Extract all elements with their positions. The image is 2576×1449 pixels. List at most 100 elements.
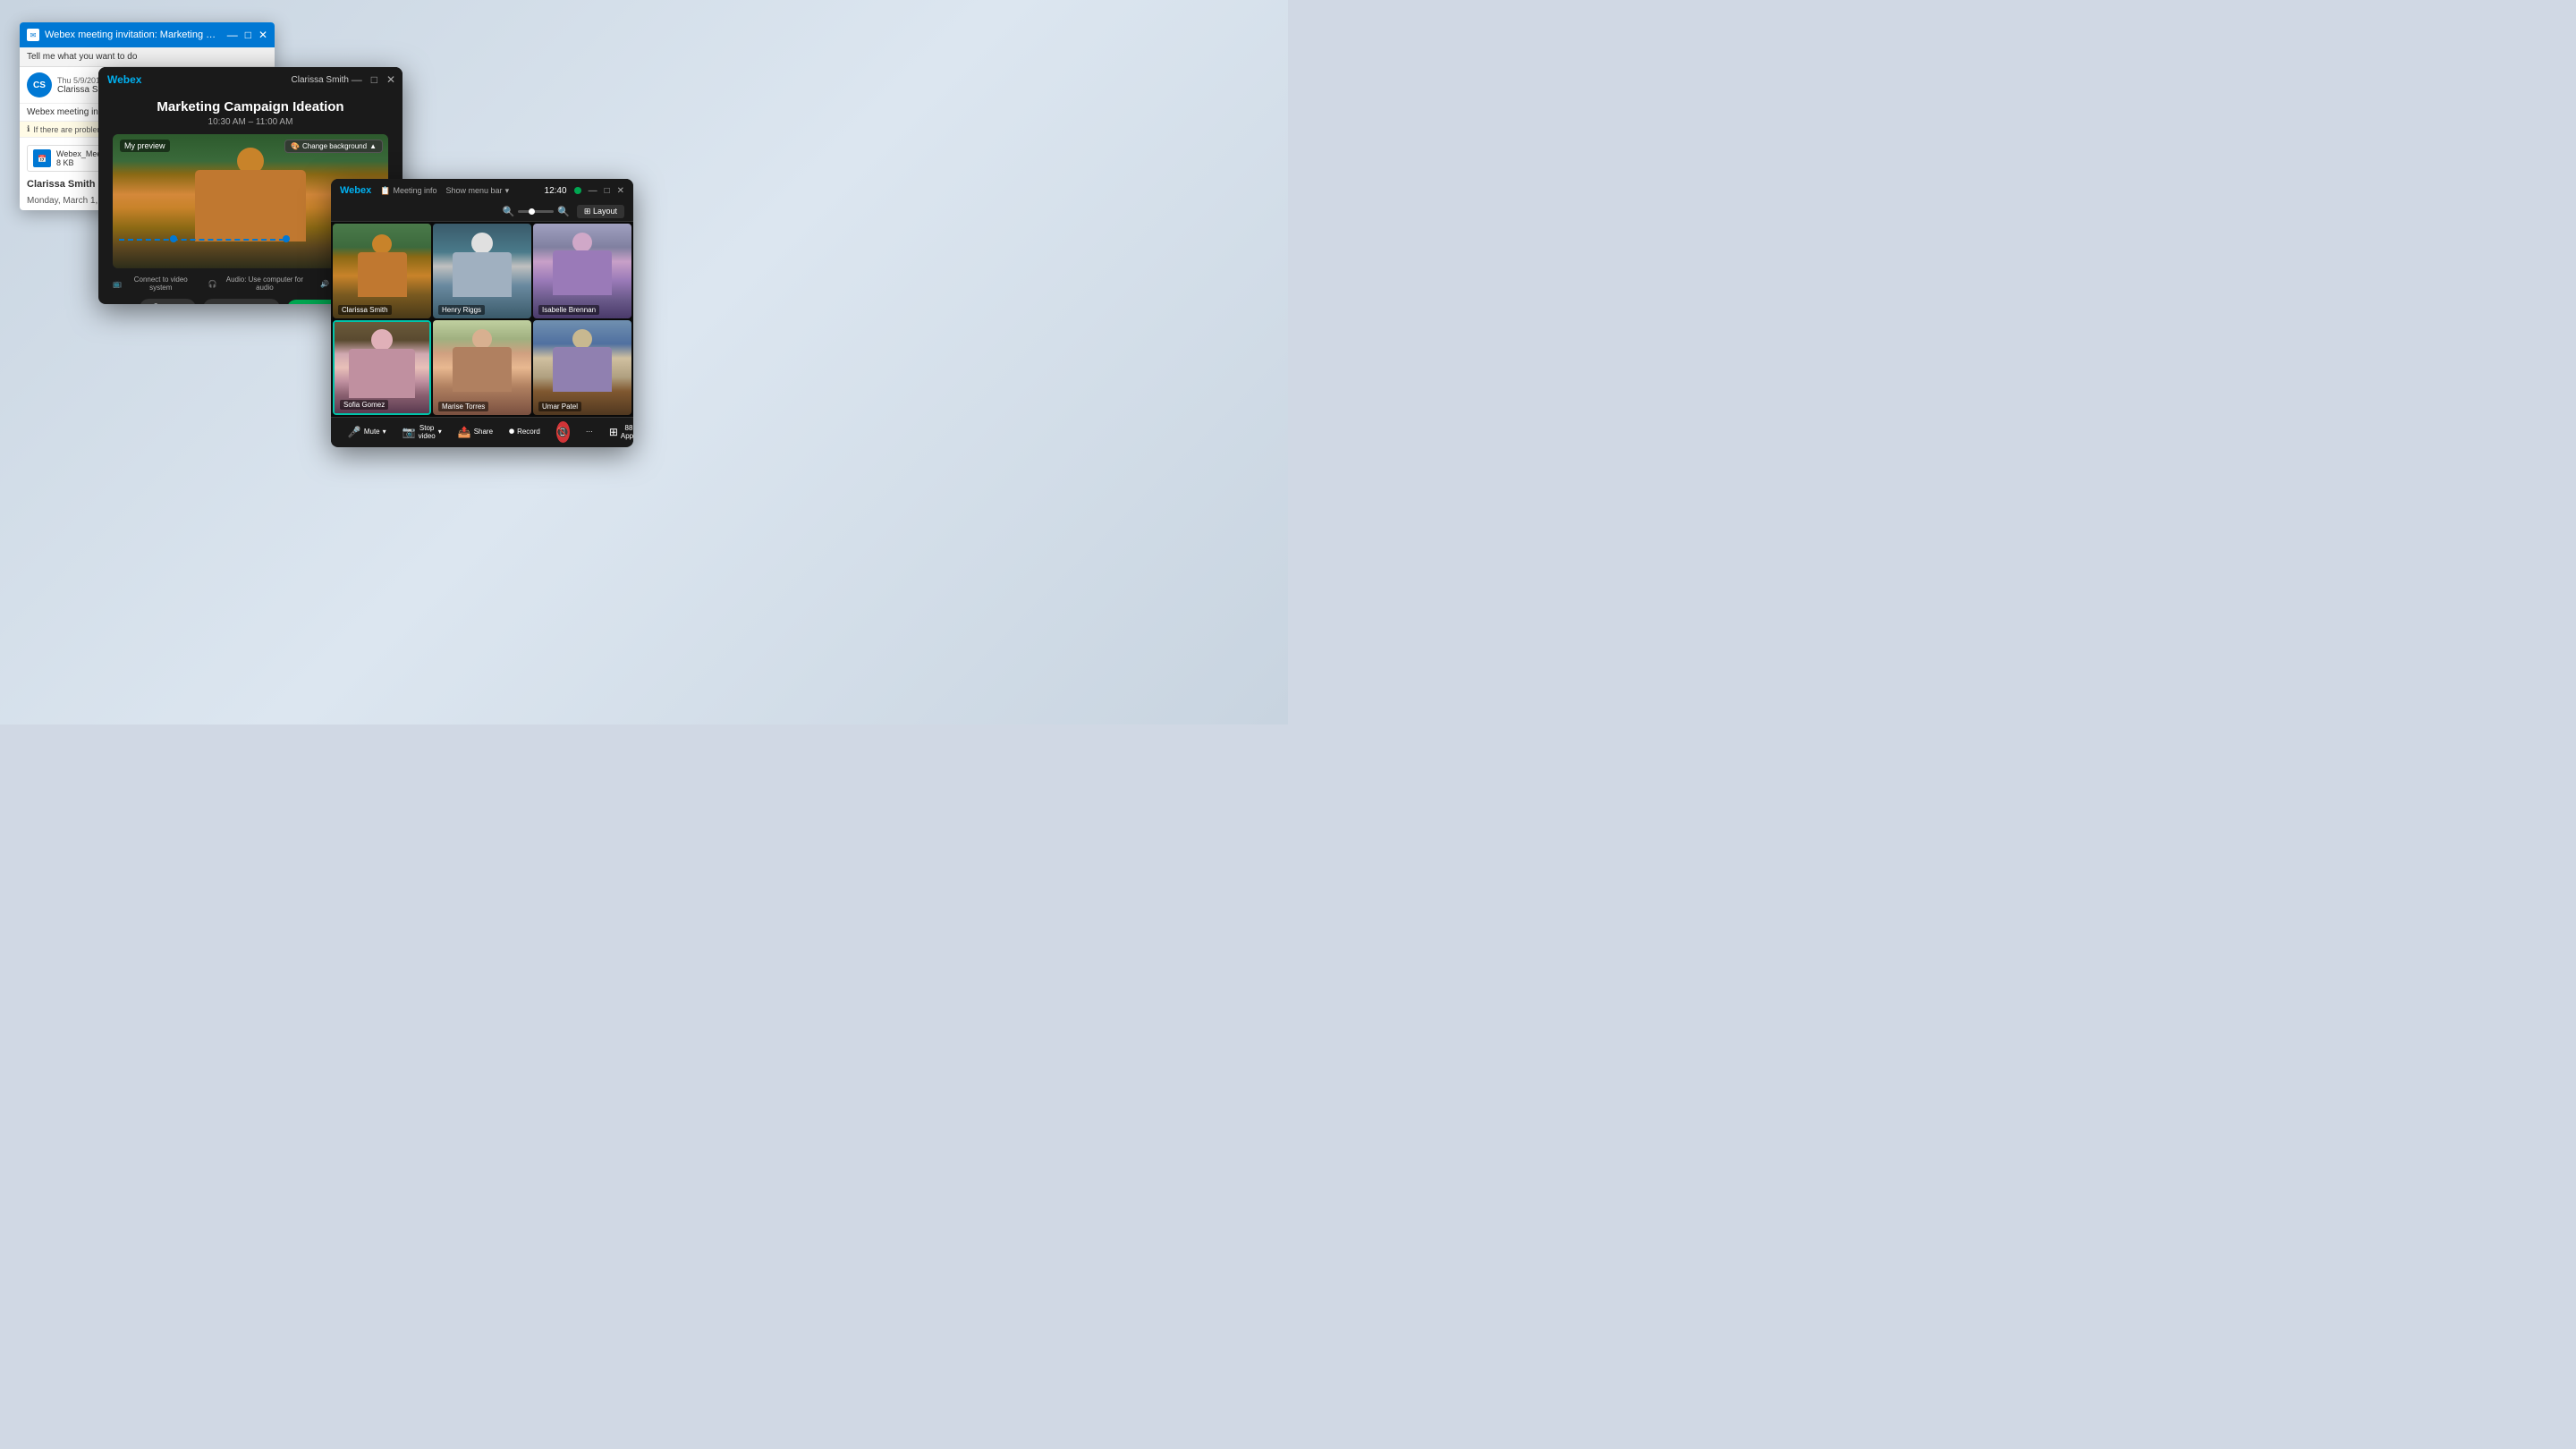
speaker-icon: 🔊 xyxy=(320,280,329,288)
zoom-out-icon[interactable]: 🔍 xyxy=(503,206,515,217)
email-close-btn[interactable]: ✕ xyxy=(258,29,267,41)
change-bg-expand-icon: ▲ xyxy=(369,142,377,150)
webex-meeting-logo: Webex xyxy=(340,185,371,196)
email-maximize-btn[interactable]: □ xyxy=(245,29,251,41)
stop-video-label: Stop video xyxy=(225,304,264,305)
mute-button[interactable]: 🎤 Mute ▾ xyxy=(140,299,196,304)
meeting-titlebar-right: 12:40 — □ ✕ xyxy=(545,186,624,196)
connector-dot-1 xyxy=(170,235,177,242)
layout-label: Layout xyxy=(593,207,617,216)
show-menu-button[interactable]: Show menu bar ▾ xyxy=(446,186,510,196)
mute-meeting-label: Mute xyxy=(364,428,380,436)
share-button[interactable]: 📤 Share xyxy=(453,422,498,442)
webex-prejoin-username: Clarissa Smith xyxy=(292,75,349,85)
meeting-window-close[interactable]: ✕ xyxy=(617,186,624,196)
record-icon: ⏺ xyxy=(509,425,514,438)
meeting-window-maximize[interactable]: □ xyxy=(605,186,610,196)
share-icon: 📤 xyxy=(458,426,471,438)
webex-prejoin-maximize[interactable]: □ xyxy=(371,73,377,86)
meeting-info-label: Meeting info xyxy=(393,186,436,195)
stop-video-meeting-icon: 📷 xyxy=(402,426,416,438)
stop-video-chevron: ▾ xyxy=(438,428,442,436)
mic-icon: 🎤 xyxy=(148,303,158,304)
connect-video-option[interactable]: 📺 Connect to video system xyxy=(113,275,198,292)
email-minimize-btn[interactable]: — xyxy=(227,29,238,41)
dashed-connector-1 xyxy=(119,239,284,241)
zoom-controls: 🔍 🔍 xyxy=(503,206,570,217)
recording-indicator xyxy=(574,187,581,194)
connect-video-label: Connect to video system xyxy=(124,275,198,292)
webex-prejoin-minimize[interactable]: — xyxy=(352,73,362,86)
cell-name-sofia: Sofia Gomez xyxy=(340,400,388,410)
prejoin-meeting-title: Marketing Campaign Ideation xyxy=(113,99,388,114)
meeting-time-badge: 12:40 xyxy=(545,186,567,196)
camera-icon: 📷 xyxy=(212,303,222,304)
record-label: Record xyxy=(517,428,540,436)
apps-button[interactable]: ⊞ 88 Apps xyxy=(604,420,633,444)
webex-prejoin-logo: Webex xyxy=(107,73,141,86)
mute-label: Mute xyxy=(162,304,180,305)
more-options-label: ··· xyxy=(586,428,593,436)
mute-meeting-button[interactable]: 🎤 Mute ▾ xyxy=(343,422,392,442)
cell-name-henry: Henry Riggs xyxy=(438,305,485,315)
video-cell-umar: Umar Patel xyxy=(533,320,631,415)
meeting-info-button[interactable]: 📋 Meeting info xyxy=(380,186,436,196)
cell-name-umar: Umar Patel xyxy=(538,402,581,411)
layout-icon: ⊞ xyxy=(584,207,591,216)
cell-name-marise: Marise Torres xyxy=(438,402,488,411)
email-icon: ✉ xyxy=(27,29,39,41)
video-cell-sofia: Sofia Gomez xyxy=(333,320,431,415)
change-bg-icon: 🎨 xyxy=(291,142,300,150)
preview-label: My preview xyxy=(120,140,170,152)
stop-video-meeting-button[interactable]: 📷 Stop video ▾ xyxy=(397,420,447,444)
zoom-slider[interactable] xyxy=(518,210,554,213)
record-button[interactable]: ⏺ Record xyxy=(504,421,546,442)
zoom-in-icon[interactable]: 🔍 xyxy=(557,206,570,217)
layout-button[interactable]: ⊞ Layout xyxy=(577,205,624,218)
cell-name-clarissa: Clarissa Smith xyxy=(338,305,392,315)
end-call-icon: 📵 xyxy=(556,426,570,438)
meeting-window-minimize[interactable]: — xyxy=(589,186,597,196)
video-cell-marise: Marise Torres xyxy=(433,320,531,415)
email-titlebar: ✉ Webex meeting invitation: Marketing Ca… xyxy=(20,22,275,47)
webex-prejoin-close[interactable]: ✕ xyxy=(386,73,395,86)
sender-avatar: CS xyxy=(27,72,52,97)
webex-prejoin-titlebar: Webex Clarissa Smith — □ ✕ xyxy=(98,67,402,92)
change-background-btn[interactable]: 🎨 Change background ▲ xyxy=(284,140,383,153)
video-cell-clarissa: Clarissa Smith xyxy=(333,224,431,318)
stop-video-button[interactable]: 📷 Stop video ▾ xyxy=(203,299,280,304)
webex-meeting-titlebar: Webex 📋 Meeting info Show menu bar ▾ 12:… xyxy=(331,179,633,202)
show-menu-chevron: ▾ xyxy=(505,186,510,196)
stop-video-meeting-label: Stop video xyxy=(419,424,436,440)
meeting-toolbar-bottom: 😊 💬 ▾ 🎤 Mute ▾ 📷 Stop video ▾ 📤 Share ⏺ … xyxy=(331,417,633,445)
email-title: Webex meeting invitation: Marketing Camp… xyxy=(45,30,222,40)
email-toolbar: Tell me what you want to do xyxy=(20,47,275,67)
change-bg-label: Change background xyxy=(302,142,367,150)
share-label: Share xyxy=(474,428,493,436)
chat-button[interactable]: 💬 ▾ xyxy=(331,422,332,442)
webex-prejoin-window-controls: — □ ✕ xyxy=(352,73,395,86)
show-menu-label: Show menu bar xyxy=(446,186,503,195)
connector-dot-2 xyxy=(283,235,290,242)
meeting-info-icon: 📋 xyxy=(380,186,390,196)
attachment-icon: 📅 xyxy=(33,149,51,167)
meeting-toolbar-top: 🔍 🔍 ⊞ Layout xyxy=(331,202,633,222)
headphone-icon: 🎧 xyxy=(208,280,217,288)
monitor-icon: 📺 xyxy=(113,280,122,288)
webex-meeting-window: Webex 📋 Meeting info Show menu bar ▾ 12:… xyxy=(331,179,633,447)
email-file-menu: Tell me what you want to do xyxy=(27,52,137,62)
audio-computer-label: Audio: Use computer for audio xyxy=(220,275,310,292)
mute-chevron: ▾ xyxy=(383,428,386,436)
video-cell-henry: Henry Riggs xyxy=(433,224,531,318)
info-icon: ℹ xyxy=(27,124,30,134)
end-call-button[interactable]: 📵 xyxy=(556,421,570,443)
audio-computer-option[interactable]: 🎧 Audio: Use computer for audio xyxy=(208,275,310,292)
cell-name-isabelle: Isabelle Brennan xyxy=(538,305,599,315)
more-options-button[interactable]: ··· xyxy=(580,424,598,439)
mute-meeting-icon: 🎤 xyxy=(348,426,361,438)
apps-label: 88 Apps xyxy=(621,424,633,440)
video-grid: Clarissa Smith Henry Riggs Isabelle Bren… xyxy=(331,222,633,417)
apps-icon: ⊞ xyxy=(609,426,618,438)
video-cell-isabelle: Isabelle Brennan xyxy=(533,224,631,318)
prejoin-meeting-time: 10:30 AM – 11:00 AM xyxy=(113,117,388,127)
